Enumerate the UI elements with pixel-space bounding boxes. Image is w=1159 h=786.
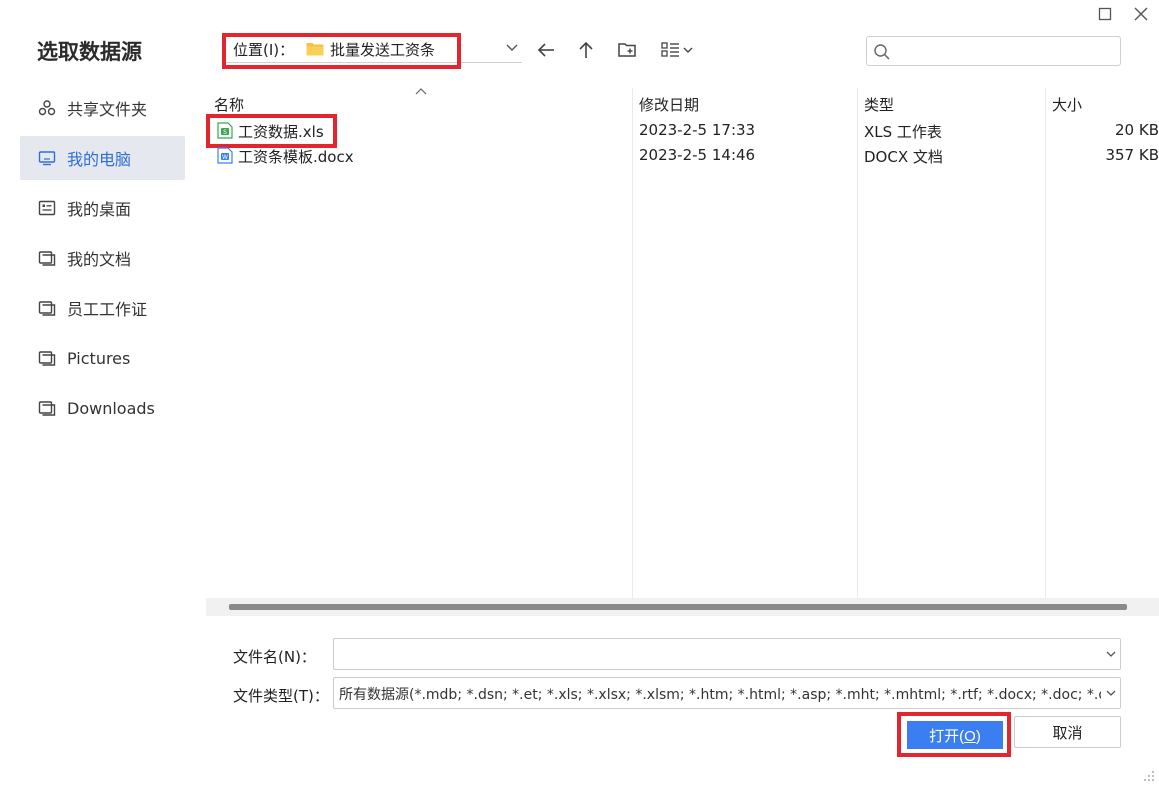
back-button[interactable] [534, 38, 558, 62]
sidebar-item-pictures[interactable]: Pictures [20, 336, 185, 380]
filetype-value: 所有数据源(*.mdb; *.dsn; *.et; *.xls; *.xlsx;… [339, 687, 1101, 703]
chevron-down-icon[interactable] [504, 39, 520, 55]
chevron-down-icon[interactable] [1105, 687, 1117, 699]
column-header-name[interactable]: 名称 [214, 94, 244, 115]
dialog-title: 选取数据源 [37, 40, 142, 64]
sidebar-item-my-computer[interactable]: 我的电脑 [20, 136, 185, 180]
sidebar-item-employee-badge[interactable]: 员工工作证 [20, 286, 185, 330]
filetype-select[interactable]: 所有数据源(*.mdb; *.dsn; *.et; *.xls; *.xlsx;… [333, 677, 1121, 709]
folder-icon [37, 298, 57, 318]
search-input[interactable] [897, 40, 1112, 62]
sidebar-item-my-desktop[interactable]: 我的桌面 [20, 186, 185, 230]
file-size: 20 KB [1115, 121, 1159, 139]
file-row[interactable]: W 工资条模板.docx 2023-2-5 14:46 DOCX 文档 357 … [206, 143, 1159, 168]
close-button[interactable] [1131, 4, 1151, 24]
svg-text:W: W [222, 154, 228, 161]
sidebar-item-label: 员工工作证 [67, 300, 148, 319]
filename-label: 文件名(N)： [233, 648, 316, 666]
file-type: DOCX 文档 [864, 148, 943, 166]
sidebar-item-label: 我的文档 [67, 250, 132, 269]
search-icon [874, 44, 890, 60]
share-icon [37, 98, 57, 118]
computer-icon [37, 148, 57, 168]
sidebar-item-label: 我的桌面 [67, 200, 132, 219]
xls-file-icon: S [217, 122, 233, 139]
sidebar-item-shared-folder[interactable]: 共享文件夹 [20, 86, 185, 130]
highlight-box: 打开(O) [897, 712, 1011, 757]
file-modified: 2023-2-5 14:46 [639, 146, 756, 164]
open-button[interactable]: 打开(O) [907, 721, 1003, 749]
column-header-type[interactable]: 类型 [864, 94, 894, 115]
resize-grip-icon[interactable] [1143, 770, 1155, 782]
view-mode-button[interactable] [659, 38, 697, 62]
list-view-icon [661, 42, 693, 57]
horizontal-scrollbar[interactable] [206, 598, 1159, 616]
folder-icon [306, 43, 324, 56]
column-header-modified[interactable]: 修改日期 [639, 94, 699, 115]
file-name: 工资数据.xls [238, 123, 324, 141]
search-box[interactable] [866, 36, 1121, 66]
docx-file-icon: W [217, 147, 233, 164]
desktop-icon [37, 198, 57, 218]
new-folder-icon [618, 43, 636, 57]
file-list: 名称 修改日期 类型 大小 S 工资数据.xls 2023-2-5 17:33 … [206, 88, 1159, 600]
up-button[interactable] [574, 38, 598, 62]
svg-text:S: S [223, 129, 227, 136]
chevron-down-icon[interactable] [1105, 648, 1117, 660]
folder-icon [37, 248, 57, 268]
sidebar-item-downloads[interactable]: Downloads [20, 386, 185, 430]
sidebar-item-label: 我的电脑 [67, 150, 132, 169]
column-header-size[interactable]: 大小 [1052, 94, 1082, 115]
cancel-button[interactable]: 取消 [1014, 716, 1121, 748]
file-modified: 2023-2-5 17:33 [639, 121, 756, 139]
sidebar-item-label: Downloads [67, 398, 155, 418]
folder-icon [37, 348, 57, 368]
filename-combobox[interactable] [333, 638, 1121, 670]
maximize-button[interactable] [1095, 4, 1115, 24]
file-size: 357 KB [1105, 146, 1159, 164]
location-label: 位置(I)： [233, 41, 295, 59]
maximize-icon [1098, 7, 1112, 21]
close-icon [1134, 7, 1148, 21]
filename-input[interactable] [340, 643, 1090, 665]
file-row[interactable]: S 工资数据.xls 2023-2-5 17:33 XLS 工作表 20 KB [206, 114, 1159, 148]
sidebar: 选取数据源 共享文件夹 我的电脑 我的桌面 我的文档 员工工作证 Picture… [0, 0, 206, 786]
arrow-left-icon [537, 43, 554, 57]
file-type: XLS 工作表 [864, 123, 942, 141]
scrollbar-thumb[interactable] [229, 604, 1127, 610]
file-name: 工资条模板.docx [238, 148, 354, 166]
filetype-label: 文件类型(T)： [233, 687, 329, 705]
location-combobox[interactable]: 位置(I)： 批量发送工资条 [222, 33, 522, 69]
open-label: 打开(O) [929, 727, 981, 745]
location-value: 批量发送工资条 [330, 41, 436, 59]
arrow-up-icon [579, 41, 593, 58]
sort-ascending-icon [415, 88, 427, 95]
new-folder-button[interactable] [615, 38, 639, 62]
sidebar-item-my-documents[interactable]: 我的文档 [20, 236, 185, 280]
folder-icon [37, 398, 57, 418]
sidebar-item-label: Pictures [67, 348, 131, 368]
sidebar-item-label: 共享文件夹 [67, 100, 148, 119]
